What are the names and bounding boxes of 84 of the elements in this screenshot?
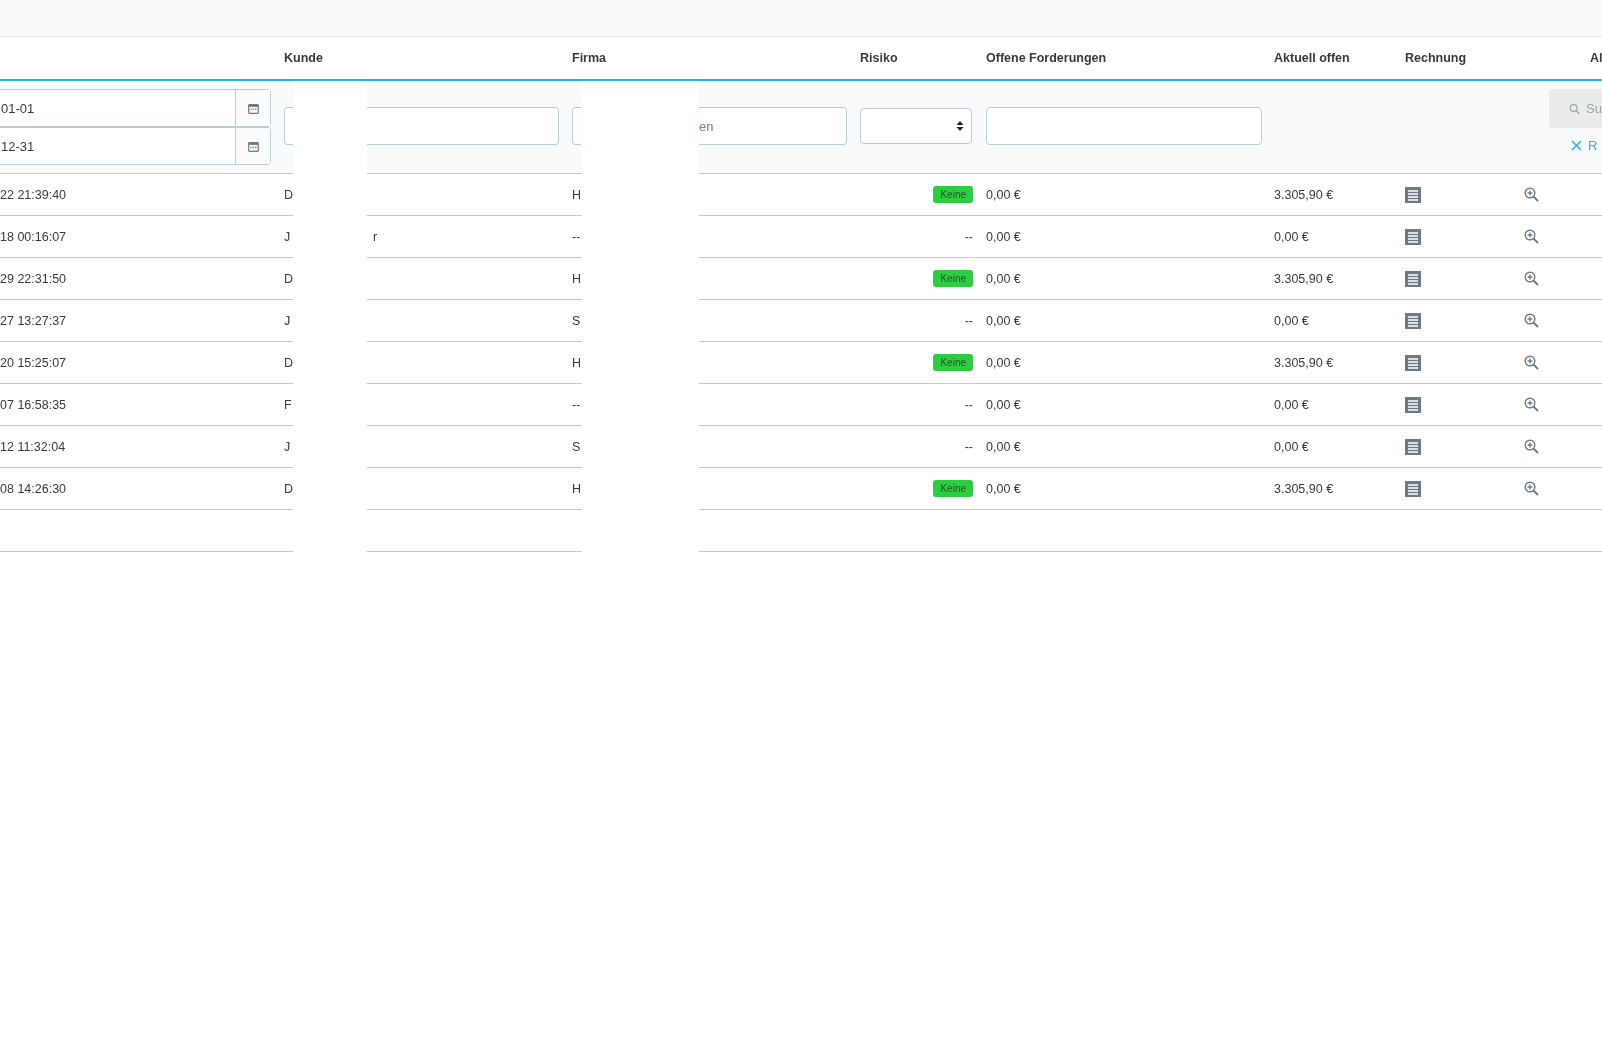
calendar-icon[interactable] bbox=[247, 102, 259, 114]
risk-badge: Keine bbox=[933, 354, 973, 371]
open-amount-cell: 0,00 € bbox=[1274, 397, 1309, 412]
document-icon[interactable] bbox=[1405, 438, 1421, 455]
date-cell: 07 16:58:35 bbox=[0, 397, 67, 412]
claims-cell: 0,00 € bbox=[986, 439, 1021, 454]
customer-cell: D bbox=[284, 271, 294, 286]
open-amount-cell: 3.305,90 € bbox=[1274, 187, 1334, 202]
claims-cell: 0,00 € bbox=[986, 481, 1021, 496]
date-cell: 20 15:25:07 bbox=[0, 355, 67, 370]
column-header: Aktuell offen bbox=[1274, 51, 1350, 65]
column-header: Kunde bbox=[284, 51, 323, 65]
customer-cell: D bbox=[284, 187, 294, 202]
calendar-icon[interactable] bbox=[247, 140, 259, 152]
document-icon[interactable] bbox=[1405, 480, 1421, 497]
date-cell: 22 21:39:40 bbox=[0, 187, 67, 202]
company-cell: -- bbox=[572, 229, 581, 244]
column-header: Risiko bbox=[860, 51, 898, 65]
open-amount-cell: 0,00 € bbox=[1274, 439, 1309, 454]
customer-cell: J bbox=[284, 229, 291, 244]
company-cell: S bbox=[572, 439, 581, 454]
company-cell: H bbox=[572, 481, 582, 496]
date-field[interactable]: 12-31 bbox=[0, 127, 271, 165]
zoom-in-icon[interactable] bbox=[1524, 313, 1539, 328]
close-icon bbox=[1571, 140, 1582, 151]
zoom-in-icon[interactable] bbox=[1524, 397, 1539, 412]
date-cell: 18 00:16:07 bbox=[0, 229, 67, 244]
column-header: Offene Forderungen bbox=[986, 51, 1107, 65]
zoom-in-icon[interactable] bbox=[1524, 271, 1539, 286]
open-amount-cell: 0,00 € bbox=[1274, 229, 1309, 244]
document-icon[interactable] bbox=[1405, 396, 1421, 413]
zoom-in-icon[interactable] bbox=[1524, 481, 1539, 496]
open-amount-cell: 3.305,90 € bbox=[1274, 481, 1334, 496]
document-icon[interactable] bbox=[1405, 312, 1421, 329]
date-cell: 08 14:26:30 bbox=[0, 481, 67, 496]
claims-cell: 0,00 € bbox=[986, 229, 1021, 244]
column-header: Rechnung bbox=[1405, 51, 1467, 65]
customer-filter-field[interactable] bbox=[367, 107, 559, 145]
search-icon bbox=[1569, 101, 1581, 116]
customer-cell: J bbox=[284, 313, 291, 328]
date-cell: 12 11:32:04 bbox=[0, 439, 66, 454]
date-cell: 29 22:31:50 bbox=[0, 271, 67, 286]
open-amount-cell: 0,00 € bbox=[1274, 313, 1309, 328]
risk-badge: Keine bbox=[933, 270, 973, 287]
zoom-in-icon[interactable] bbox=[1524, 229, 1539, 244]
open-amount-cell: 3.305,90 € bbox=[1274, 271, 1334, 286]
claims-cell: 0,00 € bbox=[986, 355, 1021, 370]
risk-cell: -- bbox=[964, 397, 973, 412]
sort-arrows-icon bbox=[956, 120, 964, 132]
claims-cell: 0,00 € bbox=[986, 397, 1021, 412]
company-cell: H bbox=[572, 271, 582, 286]
customer-cell: D bbox=[284, 355, 294, 370]
customer-cell: J bbox=[284, 439, 291, 454]
risk-cell: -- bbox=[964, 229, 973, 244]
document-icon[interactable] bbox=[1405, 270, 1421, 287]
zoom-in-icon[interactable] bbox=[1524, 355, 1539, 370]
customer-cell: F bbox=[284, 397, 292, 412]
risk-badge: Keine bbox=[933, 186, 973, 203]
company-cell: -- bbox=[572, 397, 581, 412]
risk-badge: Keine bbox=[933, 480, 973, 497]
column-header: Al bbox=[1590, 51, 1602, 65]
company-cell: S bbox=[572, 313, 581, 328]
claims-cell: 0,00 € bbox=[986, 187, 1021, 202]
date-field[interactable]: 01-01 bbox=[0, 89, 271, 127]
zoom-in-icon[interactable] bbox=[1524, 187, 1539, 202]
customer-cell: D bbox=[284, 481, 294, 496]
open-amount-cell: 3.305,90 € bbox=[1274, 355, 1334, 370]
input-field-edge[interactable] bbox=[572, 107, 581, 145]
risk-cell: -- bbox=[964, 313, 973, 328]
company-cell: H bbox=[572, 355, 582, 370]
document-icon[interactable] bbox=[1405, 186, 1421, 203]
company-filter-field[interactable]: en bbox=[699, 107, 847, 145]
claims-filter-field[interactable] bbox=[986, 107, 1262, 145]
risk-cell: -- bbox=[964, 439, 973, 454]
document-icon[interactable] bbox=[1405, 354, 1421, 371]
input-field-edge[interactable] bbox=[284, 107, 293, 145]
column-header: Firma bbox=[572, 51, 607, 65]
document-icon[interactable] bbox=[1405, 228, 1421, 245]
claims-cell: 0,00 € bbox=[986, 271, 1021, 286]
zoom-in-icon[interactable] bbox=[1524, 439, 1539, 454]
date-cell: 27 13:27:37 bbox=[0, 313, 67, 328]
customer-cell: r bbox=[373, 229, 378, 244]
company-cell: H bbox=[572, 187, 582, 202]
claims-cell: 0,00 € bbox=[986, 313, 1021, 328]
